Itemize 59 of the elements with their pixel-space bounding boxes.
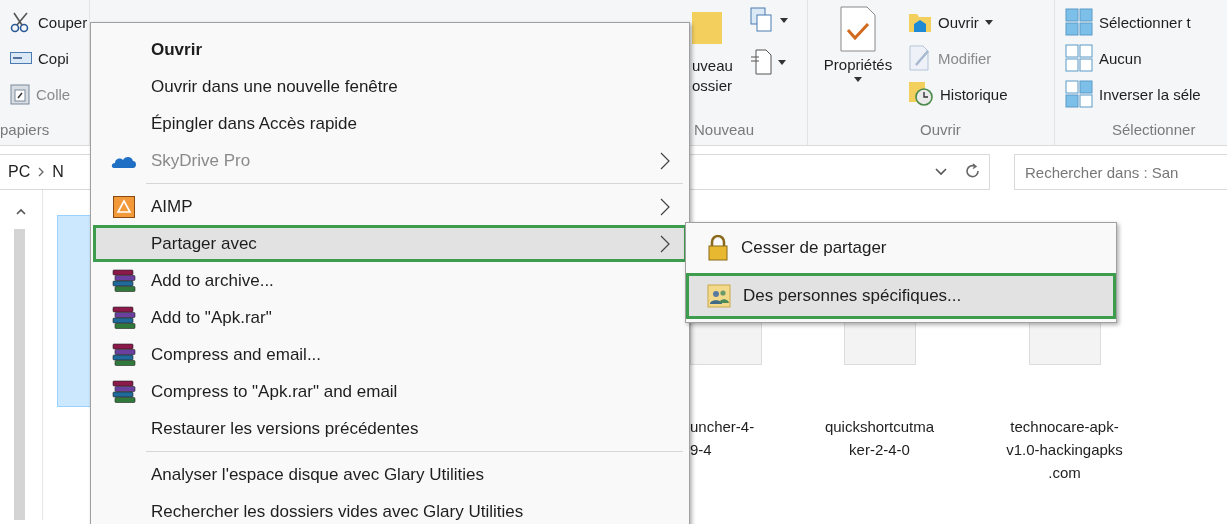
group-label: Sélectionner xyxy=(1111,120,1197,140)
ribbon-button[interactable]: Inverser la séle xyxy=(1065,76,1201,112)
easy-access-icon xyxy=(750,49,772,75)
copy-icon xyxy=(10,50,32,66)
aimp-icon xyxy=(112,195,135,218)
people-icon xyxy=(707,284,731,308)
clipboard-icon xyxy=(10,83,30,105)
selection-grid-icon xyxy=(1065,8,1093,36)
menu-item[interactable]: Add to archive... xyxy=(93,262,687,299)
menu-item[interactable]: Compress and email... xyxy=(93,336,687,373)
books-stack-icon xyxy=(110,268,137,293)
ribbon-button[interactable]: Copi xyxy=(10,40,88,76)
books-stack-icon xyxy=(110,342,137,367)
group-label: Nouveau xyxy=(693,120,756,140)
menu-item[interactable]: Ouvrir dans une nouvelle fenêtre xyxy=(93,68,687,105)
ribbon-button[interactable]: Sélectionner t xyxy=(1065,4,1201,40)
file-name[interactable]: technocare-apk- v1.0-hackingapks .com xyxy=(1006,415,1123,484)
menu-item[interactable]: Cesser de partager xyxy=(686,225,1116,271)
menu-item[interactable]: Partager avec xyxy=(93,225,687,262)
books-stack-icon xyxy=(110,305,137,330)
selection-grid-icon xyxy=(1065,80,1093,108)
breadcrumb[interactable]: PC xyxy=(8,163,31,181)
menu-item[interactable]: Rechercher les dossiers vides avec Glary Utilities xyxy=(93,493,687,524)
books-stack-icon xyxy=(110,379,137,404)
new-folder-button[interactable]: uveau ossier xyxy=(692,56,750,96)
menu-item[interactable]: AIMP xyxy=(93,188,687,225)
history-clock-icon xyxy=(908,81,934,107)
ribbon-button[interactable]: Ouvrir xyxy=(908,4,1008,40)
scrollbar-thumb[interactable] xyxy=(13,229,25,520)
breadcrumb-chevron-icon xyxy=(38,167,45,177)
dropdown-arrow-icon xyxy=(780,17,788,23)
padlock-icon xyxy=(707,235,729,261)
selection-grid-icon xyxy=(1065,44,1093,72)
dropdown-arrow-icon xyxy=(984,19,993,25)
ribbon-button[interactable]: Aucun xyxy=(1065,40,1201,76)
breadcrumb[interactable]: N xyxy=(52,163,64,181)
menu-item[interactable]: Analyser l'espace disque avec Glary Utilities xyxy=(93,456,687,493)
menu-item[interactable]: Restaurer les versions précédentes xyxy=(93,410,687,447)
properties-button[interactable]: Propriétés xyxy=(808,0,908,116)
file-name[interactable]: uncher-4- 9-4 xyxy=(690,415,755,461)
menu-item[interactable]: Des personnes spécifiques... xyxy=(686,273,1116,319)
folder-icon xyxy=(692,10,722,46)
menu-item[interactable]: Ouvrir xyxy=(93,31,687,68)
menu-item[interactable]: Add to "Apk.rar" xyxy=(93,299,687,336)
scroll-up-icon[interactable] xyxy=(16,208,26,215)
menu-item[interactable]: Compress to "Apk.rar" and email xyxy=(93,373,687,410)
file-name[interactable]: quickshortcutma ker-2-4-0 xyxy=(824,415,935,461)
edit-page-icon xyxy=(908,45,932,71)
properties-check-icon xyxy=(840,6,876,52)
group-label: Ouvrir xyxy=(919,120,962,140)
search-field[interactable]: Rechercher dans : San xyxy=(1014,154,1227,190)
ribbon-button[interactable]: Couper xyxy=(10,4,88,40)
ribbon-button[interactable]: Historique xyxy=(908,76,1008,112)
folder-icon xyxy=(908,11,932,33)
group-label: papiers xyxy=(0,120,51,140)
new-item-icon xyxy=(750,7,774,33)
menu-item[interactable]: Épingler dans Accès rapide xyxy=(93,105,687,142)
chevron-down-icon[interactable] xyxy=(935,168,947,176)
dropdown-arrow-icon xyxy=(778,59,786,65)
